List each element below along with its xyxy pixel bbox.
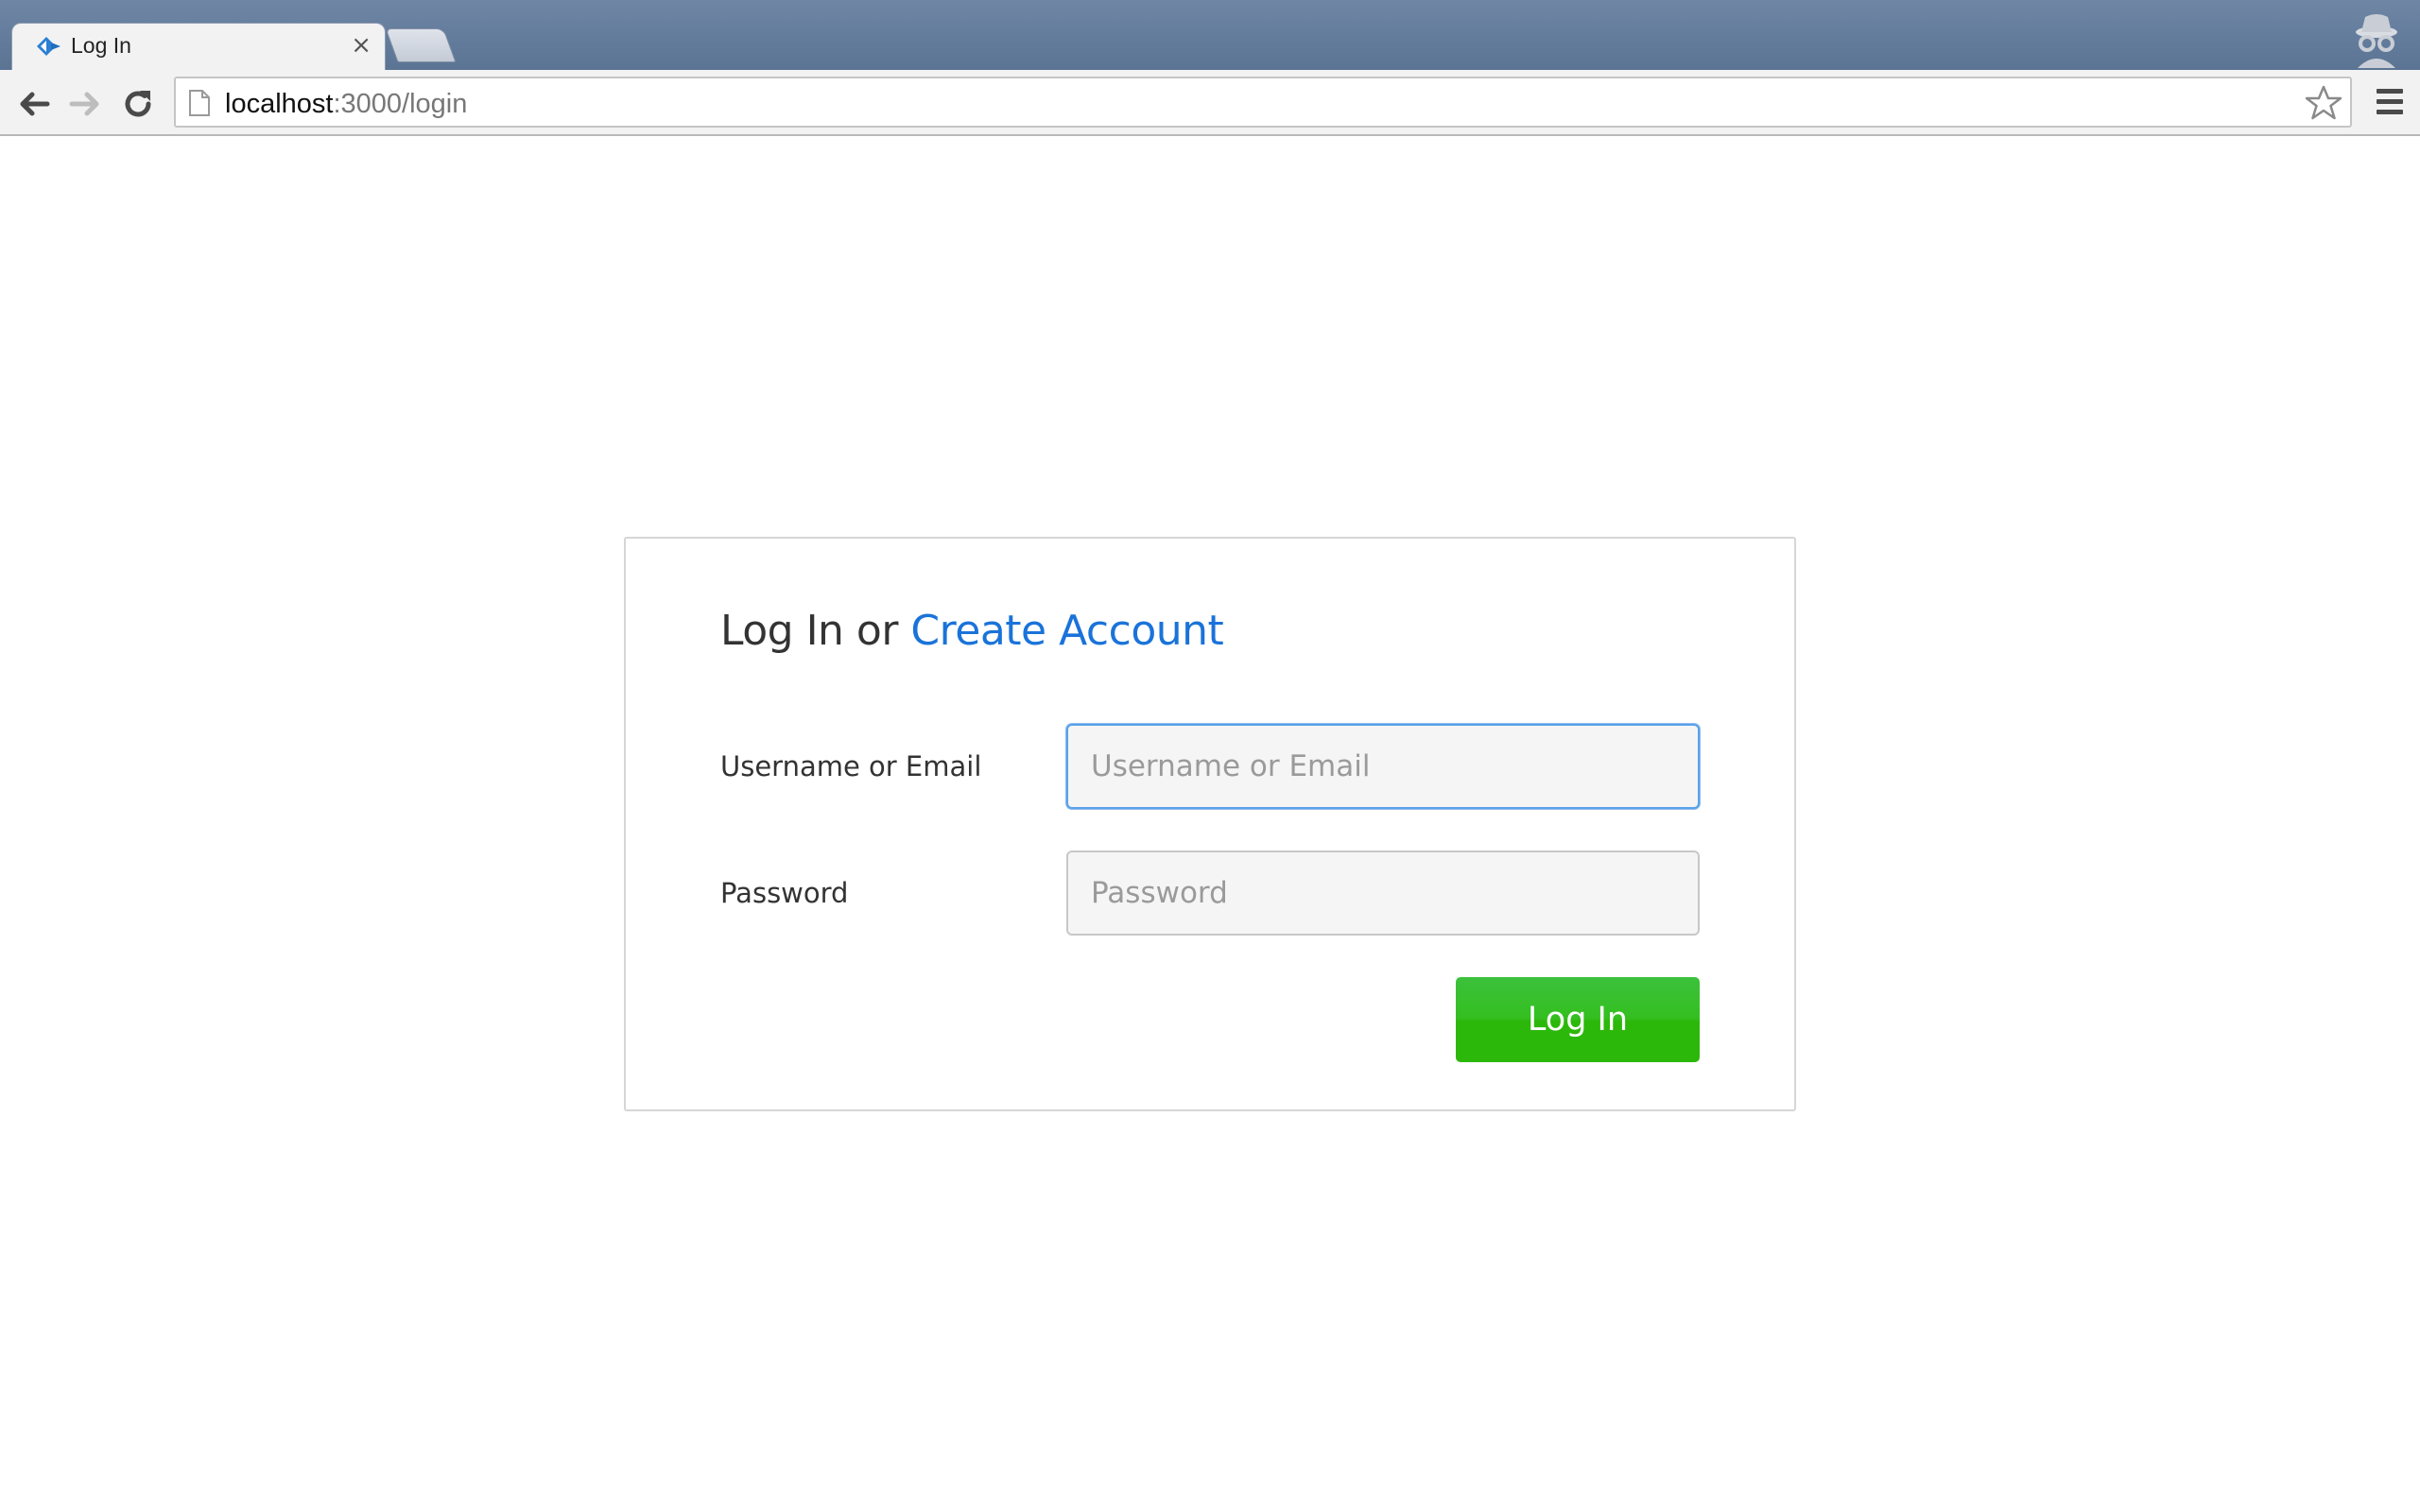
login-heading: Log In or Create Account [720,607,1224,655]
browser-tab[interactable]: Log In × [11,23,386,72]
url-text[interactable]: localhost:3000/login [225,89,467,120]
page-icon [189,90,210,116]
hamburger-menu-icon[interactable] [2371,85,2409,119]
login-button[interactable]: Log In [1456,977,1700,1062]
forward-arrow-icon[interactable] [66,85,104,123]
password-label: Password [720,877,849,909]
reload-icon[interactable] [119,85,157,123]
tab-close-button[interactable]: × [351,31,372,60]
diamond-arrows-icon [35,35,63,58]
password-input[interactable] [1066,850,1700,936]
username-input[interactable] [1066,724,1700,809]
url-path: :3000/login [333,89,468,119]
address-bar[interactable]: localhost:3000/login [174,77,2352,128]
browser-toolbar: localhost:3000/login [0,70,2420,136]
back-arrow-icon[interactable] [15,85,53,123]
username-label: Username or Email [720,750,982,782]
create-account-link[interactable]: Create Account [910,607,1223,655]
star-icon[interactable] [2305,84,2342,122]
incognito-icon [2346,11,2407,68]
login-card: Log In or Create Account Username or Ema… [624,537,1796,1111]
browser-tabstrip: Log In × [0,0,2420,72]
new-tab-button[interactable] [385,28,457,62]
heading-prefix: Log In or [720,607,911,655]
url-host: localhost [225,89,334,119]
tab-title: Log In [71,33,131,58]
